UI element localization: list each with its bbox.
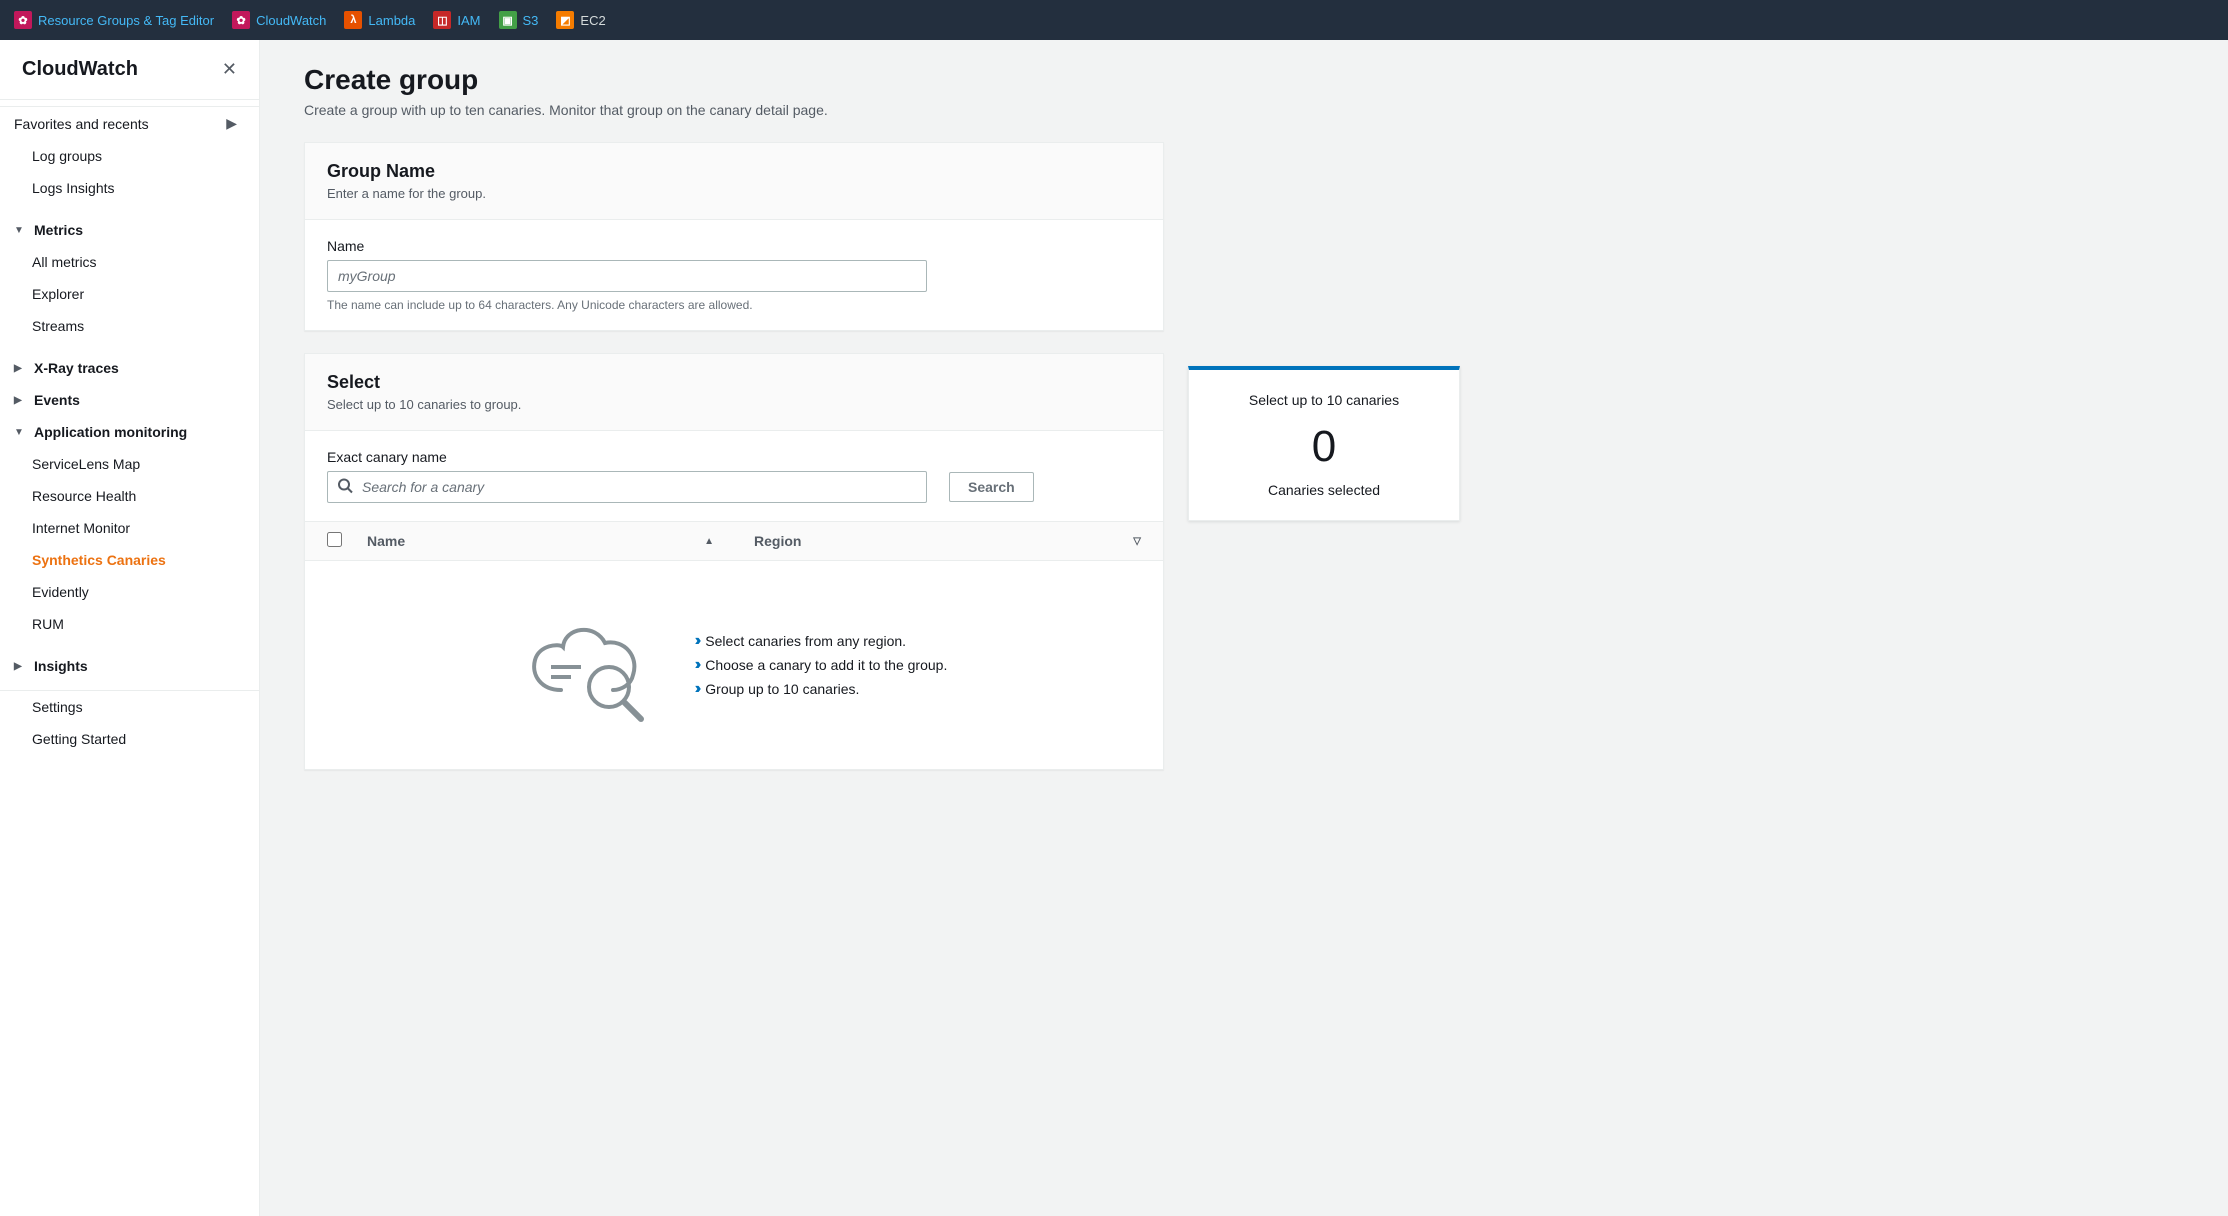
empty-tip: ››Group up to 10 canaries. [695, 677, 948, 701]
search-icon [337, 478, 353, 497]
counter-title: Select up to 10 canaries [1211, 392, 1437, 408]
name-hint: The name can include up to 64 characters… [327, 298, 1141, 312]
counter-number: 0 [1211, 422, 1437, 472]
sidebar-item-explorer[interactable]: Explorer [0, 278, 259, 310]
page-description: Create a group with up to ten canaries. … [304, 102, 1164, 118]
sidebar-item-getting-started[interactable]: Getting Started [0, 723, 259, 755]
sidebar-section-insights[interactable]: ▶Insights [0, 650, 259, 682]
sidebar-item-streams[interactable]: Streams [0, 310, 259, 342]
sidebar-item-logs-insights[interactable]: Logs Insights [0, 172, 259, 204]
sort-caret-icon: ▽ [1133, 536, 1141, 547]
nav-lambda[interactable]: λLambda [344, 11, 415, 29]
counter-label: Canaries selected [1211, 482, 1437, 498]
sidebar-section-metrics[interactable]: ▼Metrics [0, 214, 259, 246]
sidebar-item-servicelens[interactable]: ServiceLens Map [0, 448, 259, 480]
caret-right-icon: ▶ [14, 363, 26, 374]
chevron-double-icon: ›› [695, 656, 698, 674]
nav-iam[interactable]: ◫IAM [433, 11, 480, 29]
lambda-icon: λ [344, 11, 362, 29]
select-heading: Select [327, 372, 1141, 393]
top-nav: ✿Resource Groups & Tag Editor ✿CloudWatc… [0, 0, 2228, 40]
select-all-checkbox[interactable] [327, 532, 342, 547]
group-name-panel: Group Name Enter a name for the group. N… [304, 142, 1164, 331]
close-icon[interactable]: ✕ [222, 59, 237, 80]
group-name-heading: Group Name [327, 161, 1141, 182]
empty-tip: ››Select canaries from any region. [695, 629, 948, 653]
caret-down-icon: ▼ [14, 225, 26, 236]
sidebar-item-resource-health[interactable]: Resource Health [0, 480, 259, 512]
caret-right-icon: ▶ [226, 115, 237, 132]
sidebar: CloudWatch ✕ Favorites and recents ▶ Log… [0, 40, 260, 1216]
nav-ec2[interactable]: ◩EC2 [556, 11, 605, 29]
nav-s3[interactable]: ▣S3 [499, 11, 539, 29]
nav-cloudwatch[interactable]: ✿CloudWatch [232, 11, 326, 29]
s3-icon: ▣ [499, 11, 517, 29]
sidebar-item-rum[interactable]: RUM [0, 608, 259, 640]
sidebar-item-log-groups[interactable]: Log groups [0, 140, 259, 172]
select-panel: Select Select up to 10 canaries to group… [304, 353, 1164, 770]
chevron-double-icon: ›› [695, 632, 698, 650]
sidebar-section-events[interactable]: ▶Events [0, 384, 259, 416]
iam-icon: ◫ [433, 11, 451, 29]
table-header: Name▲ Region▽ [305, 521, 1163, 561]
group-name-subheading: Enter a name for the group. [327, 186, 1141, 201]
sidebar-item-settings[interactable]: Settings [0, 690, 259, 723]
column-name[interactable]: Name▲ [367, 533, 754, 549]
sidebar-item-all-metrics[interactable]: All metrics [0, 246, 259, 278]
sidebar-item-synthetics[interactable]: Synthetics Canaries [0, 544, 259, 576]
sidebar-favorites[interactable]: Favorites and recents ▶ [0, 106, 259, 140]
sidebar-item-internet-monitor[interactable]: Internet Monitor [0, 512, 259, 544]
page-title: Create group [304, 64, 1164, 96]
caret-down-icon: ▼ [14, 427, 26, 438]
sidebar-section-app-monitoring[interactable]: ▼Application monitoring [0, 416, 259, 448]
ec2-icon: ◩ [556, 11, 574, 29]
empty-state: ››Select canaries from any region. ››Cho… [305, 561, 1163, 769]
select-subheading: Select up to 10 canaries to group. [327, 397, 1141, 412]
sort-asc-icon: ▲ [704, 536, 714, 547]
canary-search-input[interactable] [327, 471, 927, 503]
nav-resource-groups[interactable]: ✿Resource Groups & Tag Editor [14, 11, 214, 29]
cloudwatch-icon: ✿ [232, 11, 250, 29]
sidebar-title: CloudWatch [22, 58, 138, 81]
cloud-search-icon [521, 605, 661, 725]
group-name-input[interactable] [327, 260, 927, 292]
sidebar-section-xray[interactable]: ▶X-Ray traces [0, 352, 259, 384]
resource-groups-icon: ✿ [14, 11, 32, 29]
main-content: Create group Create a group with up to t… [260, 40, 2228, 1216]
name-label: Name [327, 238, 1141, 254]
search-button[interactable]: Search [949, 472, 1034, 502]
selection-counter-card: Select up to 10 canaries 0 Canaries sele… [1188, 366, 1460, 521]
chevron-double-icon: ›› [695, 680, 698, 698]
caret-right-icon: ▶ [14, 661, 26, 672]
caret-right-icon: ▶ [14, 395, 26, 406]
search-label: Exact canary name [327, 449, 1141, 465]
sidebar-item-evidently[interactable]: Evidently [0, 576, 259, 608]
empty-tip: ››Choose a canary to add it to the group… [695, 653, 948, 677]
column-region[interactable]: Region▽ [754, 533, 1141, 549]
